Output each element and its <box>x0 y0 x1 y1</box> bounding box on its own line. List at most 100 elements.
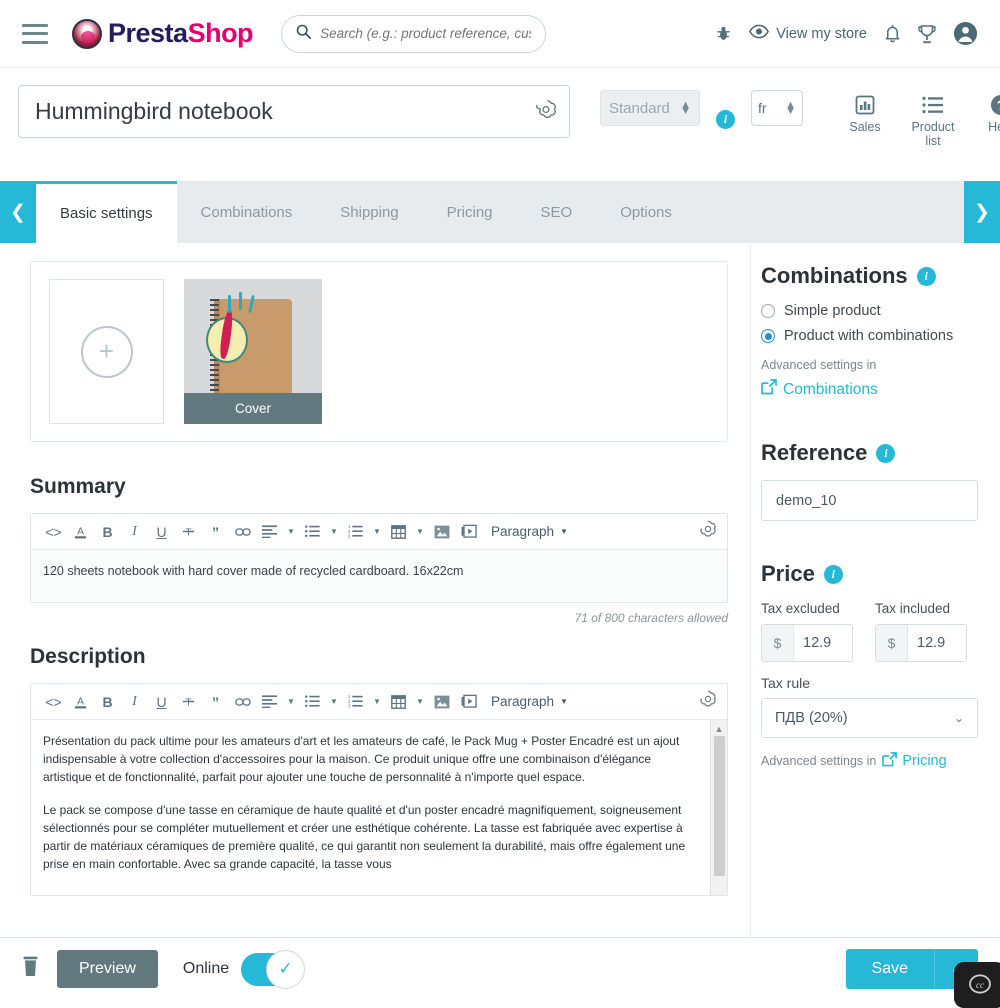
table-dropdown-caret-icon[interactable]: ▼ <box>413 527 427 536</box>
bullet-list-icon[interactable] <box>300 689 325 715</box>
tax-included-input[interactable]: $ 12.9 <box>875 624 967 662</box>
language-select[interactable]: fr ▲▼ <box>751 90 803 126</box>
tab-shipping[interactable]: Shipping <box>316 181 422 243</box>
text-color-icon[interactable]: A <box>68 519 93 545</box>
numbered-dropdown-caret-icon[interactable]: ▼ <box>370 527 384 536</box>
tab-label: Pricing <box>447 204 493 221</box>
check-icon: ✓ <box>279 959 293 979</box>
openai-sparkle-icon[interactable] <box>699 690 717 713</box>
table-icon[interactable] <box>386 519 411 545</box>
link-icon[interactable] <box>230 689 255 715</box>
image-icon[interactable] <box>429 519 454 545</box>
text-color-icon[interactable]: A <box>68 689 93 715</box>
numbered-dropdown-caret-icon[interactable]: ▼ <box>370 697 384 706</box>
openai-sparkle-icon[interactable] <box>536 99 556 124</box>
view-my-store-link[interactable]: View my store <box>749 24 867 43</box>
online-toggle[interactable]: ✓ <box>241 953 303 986</box>
bell-icon[interactable] <box>884 24 901 43</box>
tab-pricing[interactable]: Pricing <box>423 181 517 243</box>
radio-product-with-combinations[interactable]: Product with combinations <box>761 328 978 344</box>
tab-basic-settings[interactable]: Basic settings <box>36 181 177 243</box>
updown-icon: ▲▼ <box>785 102 796 114</box>
bug-icon[interactable] <box>715 25 732 42</box>
description-scrollbar[interactable]: ▲ <box>710 720 727 895</box>
prestashop-logo[interactable]: PrestaShop <box>72 18 253 49</box>
tax-excluded-input[interactable]: $ 12.9 <box>761 624 853 662</box>
tax-included-value[interactable]: 12.9 <box>908 625 966 661</box>
trophy-icon[interactable] <box>918 24 936 44</box>
product-list-tool[interactable]: Product list <box>907 92 959 149</box>
quote-icon[interactable]: ” <box>203 689 228 715</box>
combinations-info-icon[interactable]: i <box>917 267 936 286</box>
combinations-advanced-link[interactable]: Combinations <box>761 379 978 400</box>
video-icon[interactable] <box>456 519 481 545</box>
strikethrough-icon[interactable]: T <box>176 519 201 545</box>
search-input[interactable] <box>320 26 531 41</box>
video-icon[interactable] <box>456 689 481 715</box>
list-icon <box>907 92 959 118</box>
help-tool[interactable]: ? Help <box>975 92 1000 149</box>
global-search-box[interactable] <box>281 15 546 53</box>
header-controls: Standard ▲▼ i fr ▲▼ Sales Product list <box>600 85 1000 149</box>
product-name-input[interactable] <box>18 85 570 138</box>
tax-rule-select[interactable]: ПДВ (20%) ⌄ <box>761 698 978 738</box>
reference-input[interactable] <box>761 480 978 521</box>
table-dropdown-caret-icon[interactable]: ▼ <box>413 697 427 706</box>
numbered-list-icon[interactable]: 123 <box>343 519 368 545</box>
radio-button-selected[interactable] <box>761 329 775 343</box>
price-info-icon[interactable]: i <box>824 565 843 584</box>
radio-button[interactable] <box>761 304 775 318</box>
code-icon[interactable]: <> <box>41 689 66 715</box>
chat-widget-icon[interactable]: cc <box>954 962 1000 1008</box>
strikethrough-icon[interactable]: T <box>176 689 201 715</box>
italic-icon[interactable]: I <box>122 519 147 545</box>
scrollbar-thumb[interactable] <box>714 736 725 876</box>
quote-icon[interactable]: ” <box>203 519 228 545</box>
align-left-icon[interactable] <box>257 689 282 715</box>
bullet-dropdown-caret-icon[interactable]: ▼ <box>327 697 341 706</box>
radio-simple-product[interactable]: Simple product <box>761 303 978 319</box>
align-dropdown-caret-icon[interactable]: ▼ <box>284 697 298 706</box>
tab-options[interactable]: Options <box>596 181 696 243</box>
scroll-up-arrow-icon[interactable]: ▲ <box>711 720 727 737</box>
summary-text-area[interactable]: 120 sheets notebook with hard cover made… <box>31 550 727 602</box>
product-type-info-icon[interactable]: i <box>716 110 735 129</box>
italic-icon[interactable]: I <box>122 689 147 715</box>
link-icon[interactable] <box>230 519 255 545</box>
tab-combinations[interactable]: Combinations <box>177 181 317 243</box>
combinations-title-text: Combinations <box>761 263 908 289</box>
openai-sparkle-icon[interactable] <box>699 520 717 543</box>
tax-excluded-value[interactable]: 12.9 <box>794 625 852 661</box>
save-button[interactable]: Save <box>846 949 934 989</box>
align-dropdown-caret-icon[interactable]: ▼ <box>284 527 298 536</box>
align-left-icon[interactable] <box>257 519 282 545</box>
description-text-area[interactable]: Présentation du pack ultime pour les ama… <box>31 720 727 895</box>
bold-icon[interactable]: B <box>95 519 120 545</box>
bold-icon[interactable]: B <box>95 689 120 715</box>
table-icon[interactable] <box>386 689 411 715</box>
add-image-button[interactable]: + <box>49 279 164 424</box>
paragraph-format-dropdown[interactable]: Paragraph ▼ <box>491 694 568 709</box>
product-type-select[interactable]: Standard ▲▼ <box>600 90 700 126</box>
code-icon[interactable]: <> <box>41 519 66 545</box>
cover-badge: Cover <box>184 393 322 424</box>
preview-button[interactable]: Preview <box>57 950 158 988</box>
trash-icon[interactable] <box>22 956 39 982</box>
bullet-list-icon[interactable] <box>300 519 325 545</box>
bullet-dropdown-caret-icon[interactable]: ▼ <box>327 527 341 536</box>
tabs-prev-button[interactable]: ❮ <box>0 181 36 243</box>
svg-text:A: A <box>77 696 84 707</box>
underline-icon[interactable]: U <box>149 519 174 545</box>
tab-seo[interactable]: SEO <box>517 181 597 243</box>
tabs-next-button[interactable]: ❯ <box>964 181 1000 243</box>
numbered-list-icon[interactable]: 123 <box>343 689 368 715</box>
paragraph-format-dropdown[interactable]: Paragraph ▼ <box>491 524 568 539</box>
sales-tool[interactable]: Sales <box>839 92 891 149</box>
underline-icon[interactable]: U <box>149 689 174 715</box>
hamburger-menu-icon[interactable] <box>22 24 48 44</box>
reference-info-icon[interactable]: i <box>876 444 895 463</box>
image-icon[interactable] <box>429 689 454 715</box>
user-avatar-icon[interactable] <box>953 21 978 46</box>
pricing-advanced-link[interactable]: Pricing <box>882 752 946 771</box>
product-image-thumbnail[interactable]: Cover <box>184 279 322 424</box>
